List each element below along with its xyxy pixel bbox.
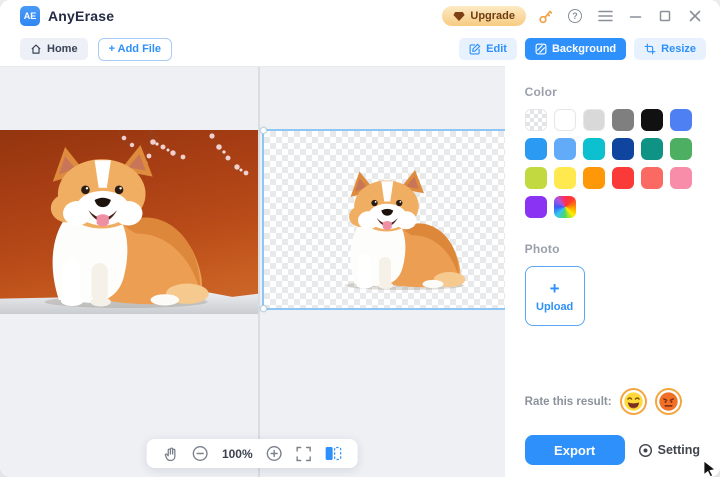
help-glyph: ? (572, 11, 578, 21)
home-icon (30, 43, 42, 55)
fit-screen-icon[interactable] (296, 446, 312, 462)
plus-icon: + (550, 280, 560, 297)
upload-label: Upload (536, 301, 573, 313)
edit-icon (469, 43, 481, 55)
zoom-toolbar: 100% (147, 439, 358, 468)
photo-section-label: Photo (525, 242, 700, 256)
menu-icon[interactable] (594, 5, 616, 27)
minimize-button[interactable] (624, 5, 646, 27)
color-swatch-rainbow[interactable] (554, 196, 576, 218)
rate-label: Rate this result: (525, 396, 612, 408)
tab-edit[interactable]: Edit (459, 38, 517, 60)
zoom-level: 100% (222, 447, 253, 461)
color-swatch-light-blue[interactable] (554, 138, 576, 160)
color-swatch-yellow[interactable] (554, 167, 576, 189)
canvas-area: 100% (0, 66, 505, 477)
color-swatch-royal-blue[interactable] (670, 109, 692, 131)
color-swatch-green[interactable] (670, 138, 692, 160)
selection-handle-tl[interactable] (260, 127, 267, 134)
split-view-icon[interactable] (325, 446, 342, 461)
corgi-dog (14, 145, 218, 308)
selection-handle-bl[interactable] (260, 305, 267, 312)
gear-icon (638, 443, 653, 458)
help-icon[interactable]: ? (564, 5, 586, 27)
sidebar: Color Photo + Upload Rate this result: (505, 66, 720, 477)
color-swatch-teal[interactable] (641, 138, 663, 160)
rate-happy-emoji[interactable] (620, 388, 647, 415)
navbar: Home + Add File Edit Background Resize (0, 32, 720, 66)
app-logo: AE (20, 6, 40, 26)
hand-tool-icon[interactable] (163, 446, 179, 462)
color-swatch-transparent[interactable] (525, 109, 547, 131)
app-window: AE AnyErase Upgrade ? Home (0, 0, 720, 477)
corgi-cutout (322, 170, 472, 290)
home-label: Home (47, 43, 78, 55)
tab-resize[interactable]: Resize (634, 38, 706, 60)
upgrade-button[interactable]: Upgrade (442, 6, 526, 26)
main-area: 100% Color Photo + Upload (0, 66, 720, 477)
background-icon (535, 43, 547, 55)
add-file-label: + Add File (109, 43, 161, 55)
activation-key-icon[interactable] (534, 5, 556, 27)
color-swatch-grid (525, 109, 700, 218)
result-image[interactable] (262, 129, 505, 310)
tab-background[interactable]: Background (525, 38, 626, 60)
color-swatch-light-gray[interactable] (583, 109, 605, 131)
color-swatch-red[interactable] (612, 167, 634, 189)
upload-button[interactable]: + Upload (525, 266, 585, 326)
rate-row: Rate this result: (525, 388, 700, 415)
mode-buttons: Edit Background Resize (459, 38, 706, 60)
color-swatch-cyan[interactable] (583, 138, 605, 160)
app-title: AnyErase (48, 8, 114, 24)
titlebar: AE AnyErase Upgrade ? (0, 0, 720, 32)
color-swatch-navy[interactable] (612, 138, 634, 160)
add-file-button[interactable]: + Add File (98, 38, 172, 61)
color-swatch-gray[interactable] (612, 109, 634, 131)
zoom-in-icon[interactable] (266, 445, 283, 462)
maximize-button[interactable] (654, 5, 676, 27)
background-label: Background (552, 43, 616, 55)
app-logo-text: AE (24, 11, 37, 21)
color-swatch-pink[interactable] (670, 167, 692, 189)
color-swatch-purple[interactable] (525, 196, 547, 218)
rate-angry-emoji[interactable] (655, 388, 682, 415)
close-button[interactable] (684, 5, 706, 27)
resize-icon (644, 43, 656, 55)
diamond-icon (453, 11, 465, 22)
sidebar-footer: Export Setting (525, 435, 700, 465)
edit-label: Edit (486, 43, 507, 55)
color-swatch-blue[interactable] (525, 138, 547, 160)
color-swatch-orange[interactable] (583, 167, 605, 189)
color-section-label: Color (525, 85, 700, 99)
laughing-emoji-icon (623, 391, 644, 412)
color-swatch-yellow-green[interactable] (525, 167, 547, 189)
color-swatch-black[interactable] (641, 109, 663, 131)
original-image[interactable] (0, 130, 258, 314)
setting-button[interactable]: Setting (638, 443, 700, 458)
export-button[interactable]: Export (525, 435, 625, 465)
color-swatch-coral[interactable] (641, 167, 663, 189)
angry-emoji-icon (658, 391, 679, 412)
upgrade-label: Upgrade (470, 10, 515, 22)
color-swatch-white[interactable] (554, 109, 576, 131)
zoom-out-icon[interactable] (192, 445, 209, 462)
resize-label: Resize (661, 43, 696, 55)
home-button[interactable]: Home (20, 38, 88, 60)
setting-label: Setting (658, 443, 700, 457)
sidebar-spacer (525, 326, 700, 388)
